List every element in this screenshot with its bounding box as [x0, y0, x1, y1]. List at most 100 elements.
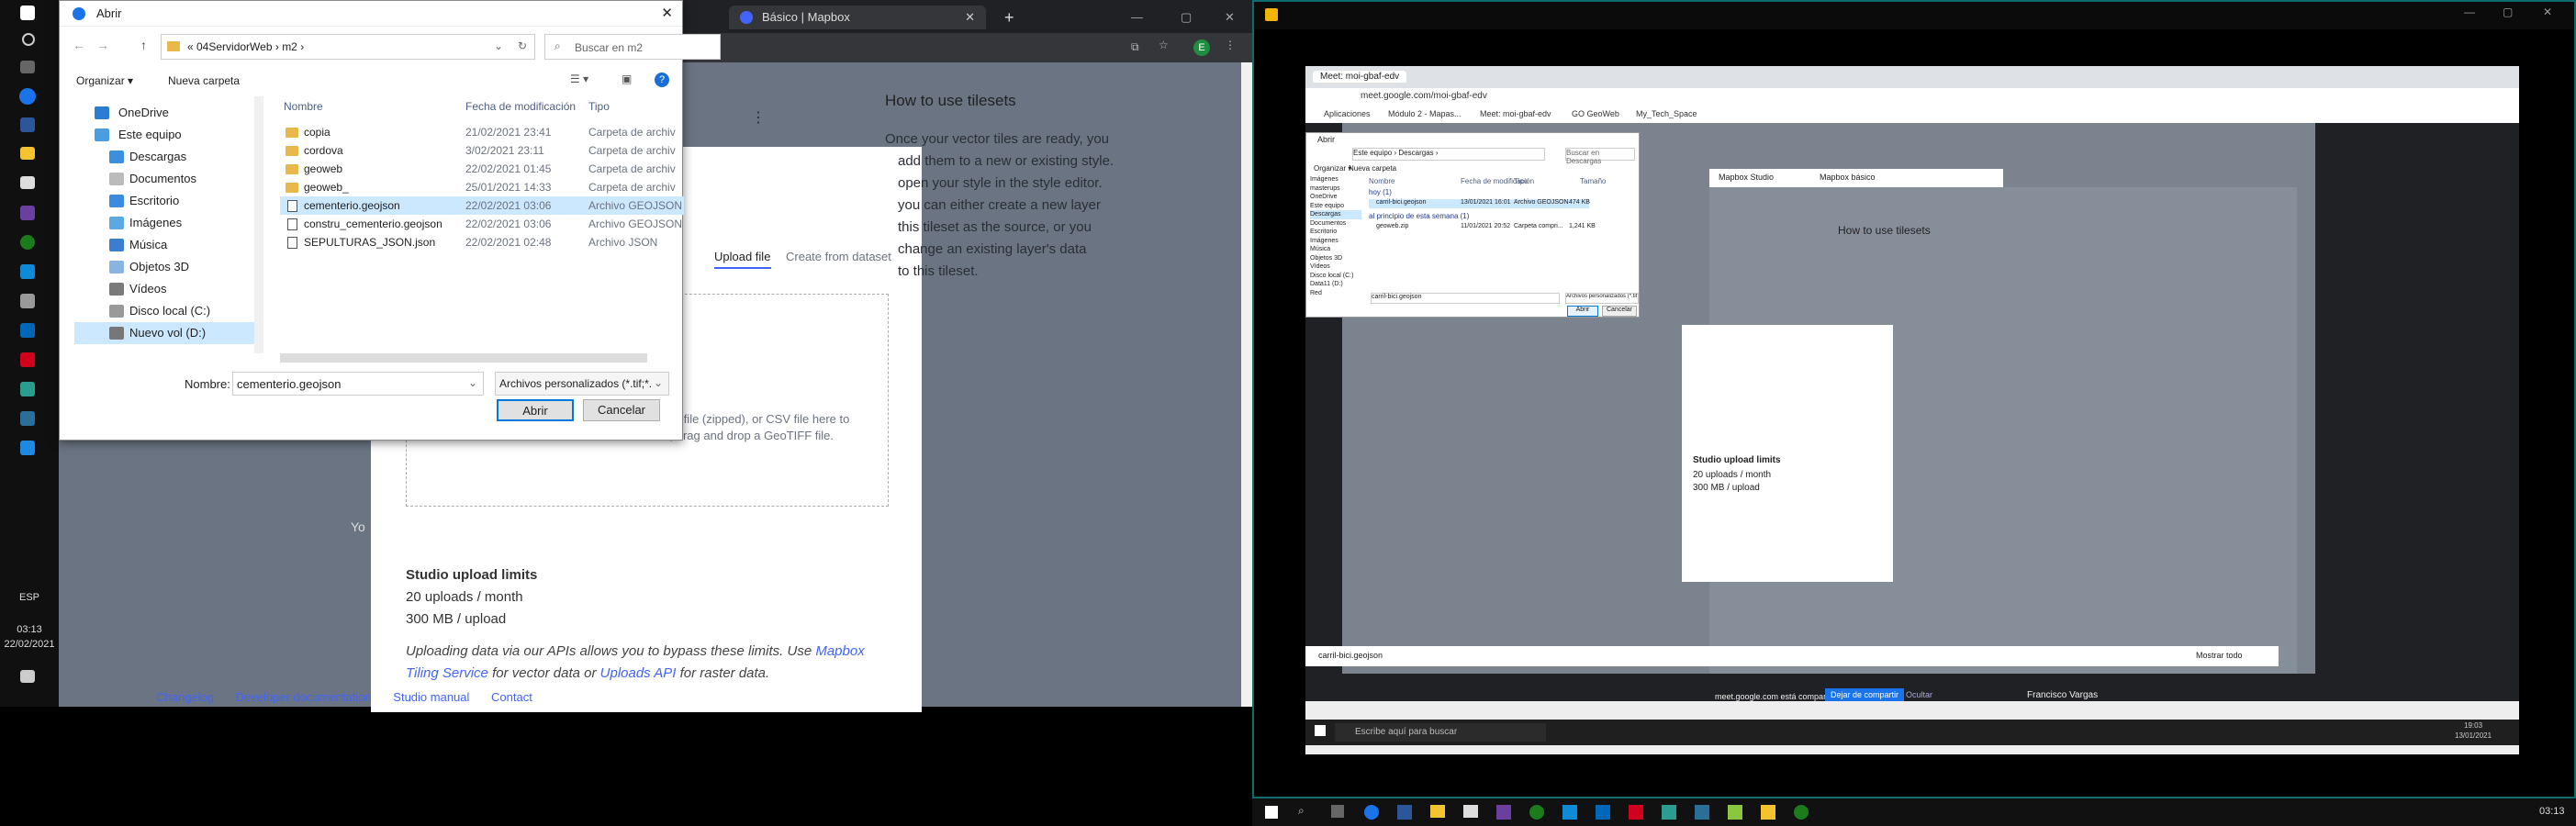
forward-icon[interactable]: →: [96, 38, 109, 52]
clock-time[interactable]: 03:13: [2539, 806, 2565, 817]
close-tab-icon[interactable]: ✕: [965, 6, 975, 29]
view-icon[interactable]: ☰ ▾: [570, 73, 588, 85]
filename-field[interactable]: cementerio.geojson ⌄: [232, 372, 484, 396]
file-row[interactable]: constru_cementerio.geojson 22/02/2021 03:…: [225, 215, 684, 233]
inner-file-row-selected[interactable]: carril-bici.geojson 13/01/2021 16:01 Arc…: [1369, 199, 1590, 208]
maximize-icon[interactable]: ▢: [2503, 6, 2513, 18]
close-icon[interactable]: ✕: [2543, 6, 2552, 18]
file-row[interactable]: geoweb_ 25/01/2021 14:33 Carpeta de archiv: [225, 178, 684, 196]
footer-dev-docs[interactable]: Developer documentation: [236, 690, 372, 704]
page-scrollbar[interactable]: [1241, 62, 1252, 707]
app6-icon[interactable]: [20, 441, 35, 455]
remote-start-icon[interactable]: [1315, 725, 1326, 736]
chevron-down-icon[interactable]: ⌄: [468, 376, 477, 389]
file-row[interactable]: geoweb 22/02/2021 01:45 Carpeta de archiv: [225, 160, 684, 178]
col[interactable]: Tamaño: [1580, 177, 1606, 185]
bookmark[interactable]: GO GeoWeb: [1572, 109, 1619, 118]
tree-item[interactable]: Documentos: [1310, 219, 1361, 229]
tree-item[interactable]: masterups: [1310, 184, 1361, 194]
store-icon[interactable]: [20, 176, 35, 189]
app-icon[interactable]: [1496, 805, 1511, 820]
tree-item[interactable]: Imágenes: [1310, 237, 1361, 246]
search-icon[interactable]: ⌕: [1298, 804, 1305, 818]
maximize-icon[interactable]: ▢: [1181, 6, 1192, 29]
store-icon[interactable]: [1463, 805, 1478, 818]
acrobat-icon[interactable]: [20, 352, 35, 367]
up-icon[interactable]: ↑: [140, 38, 147, 52]
app7-icon[interactable]: [1794, 805, 1809, 820]
file-row[interactable]: cordova 3/02/2021 23:11 Carpeta de archiv: [225, 141, 684, 160]
mts-link[interactable]: Mapbox: [815, 643, 864, 659]
new-folder-button[interactable]: Nueva carpeta: [168, 74, 240, 87]
bookmark[interactable]: Módulo 2 - Mapas...: [1388, 109, 1462, 118]
close-dialog-icon[interactable]: ✕: [661, 1, 673, 27]
footer-studio-manual[interactable]: Studio manual: [393, 690, 469, 704]
remote-search[interactable]: Escribe aquí para buscar: [1335, 723, 1546, 742]
tab-create-dataset[interactable]: Create from dataset: [786, 250, 891, 263]
folder-icon[interactable]: [20, 147, 35, 160]
bookmark[interactable]: Meet: moi-gbaf-edv: [1480, 109, 1551, 118]
app5-icon[interactable]: [1728, 805, 1742, 820]
app4-icon[interactable]: [20, 382, 35, 396]
bookmark[interactable]: My_Tech_Space: [1636, 109, 1697, 118]
file-row[interactable]: copia 21/02/2021 23:41 Carpeta de archiv: [225, 123, 684, 141]
tree-item[interactable]: Disco local (C:): [1310, 272, 1361, 281]
windows-start-icon[interactable]: [20, 6, 35, 20]
chrome-icon[interactable]: [19, 88, 36, 105]
path-dropdown-icon[interactable]: ⌄: [494, 39, 503, 52]
back-icon[interactable]: ←: [73, 38, 85, 52]
tree-item[interactable]: Data11 (D:): [1310, 280, 1361, 289]
refresh-icon[interactable]: ↻: [518, 39, 527, 52]
file-row-selected[interactable]: cementerio.geojson 22/02/2021 03:06 Archiv…: [280, 196, 684, 215]
app3-icon[interactable]: [20, 294, 35, 308]
app2-icon[interactable]: [20, 264, 35, 279]
lang-indicator[interactable]: ESP: [0, 592, 59, 603]
translate-icon[interactable]: ⧉: [1131, 40, 1139, 54]
inner-cancel-button[interactable]: Cancelar: [1602, 306, 1637, 317]
remote-url[interactable]: meet.google.com/moi-gbaf-edv: [1361, 91, 1487, 101]
qgis-icon[interactable]: [1529, 805, 1544, 820]
download-item[interactable]: carril-bici.geojson: [1318, 651, 1383, 660]
crumb[interactable]: « 04ServidorWeb: [187, 40, 273, 53]
more-icon[interactable]: ⋮: [751, 108, 766, 127]
new-tab-button[interactable]: +: [1004, 6, 1014, 29]
help-icon[interactable]: ?: [655, 73, 669, 87]
col-type[interactable]: Tipo: [588, 97, 610, 116]
minimize-icon[interactable]: —: [2464, 6, 2475, 18]
organize-button[interactable]: Organizar ▾: [76, 74, 133, 87]
qgis-icon[interactable]: [20, 235, 35, 250]
inner-tab[interactable]: Mapbox Studio: [1719, 173, 1774, 182]
inner-file-row[interactable]: geoweb.zip 11/01/2021 20:52 Carpeta comp…: [1369, 223, 1596, 232]
tree-item[interactable]: Este equipo: [1310, 202, 1361, 211]
open-button[interactable]: Abrir: [497, 399, 574, 421]
word-icon[interactable]: [20, 117, 35, 132]
tree-item[interactable]: Descargas: [1310, 210, 1361, 219]
remote-tab[interactable]: Meet: moi-gbaf-edv: [1313, 71, 1407, 83]
inner-organize[interactable]: Organizar ▾: [1314, 164, 1351, 173]
close-window-icon[interactable]: ✕: [1225, 6, 1235, 29]
app4-icon[interactable]: [1695, 805, 1709, 820]
vscode-icon[interactable]: [1596, 805, 1610, 820]
search-input[interactable]: ⌕ Buscar en m2: [544, 34, 721, 60]
tree-item[interactable]: Vídeos: [1310, 262, 1361, 272]
horizontal-scrollbar[interactable]: [280, 353, 647, 363]
avatar[interactable]: E: [1193, 39, 1210, 56]
show-all-button[interactable]: Mostrar todo: [2196, 651, 2243, 660]
col-date[interactable]: Fecha de modificación: [465, 97, 576, 116]
col[interactable]: Nombre: [1369, 177, 1394, 185]
star-icon[interactable]: ☆: [1159, 39, 1169, 51]
clock-time[interactable]: 03:13: [0, 624, 59, 635]
cancel-button[interactable]: Cancelar: [583, 399, 660, 421]
inner-new-folder[interactable]: Nueva carpeta: [1349, 164, 1396, 173]
mts-link-2[interactable]: Tiling Service: [406, 665, 488, 681]
vscode-icon[interactable]: [20, 323, 35, 338]
crumb[interactable]: m2: [282, 40, 297, 53]
windows-start-icon[interactable]: [1265, 806, 1278, 819]
tree-item[interactable]: Escritorio: [1310, 228, 1361, 237]
task-view-icon[interactable]: [1331, 805, 1344, 818]
stop-share-button[interactable]: Dejar de compartir: [1825, 688, 1905, 701]
folder-icon[interactable]: [1430, 805, 1445, 818]
footer-contact[interactable]: Contact: [491, 690, 532, 704]
search-icon[interactable]: [22, 33, 35, 46]
app5-icon[interactable]: [20, 411, 35, 426]
